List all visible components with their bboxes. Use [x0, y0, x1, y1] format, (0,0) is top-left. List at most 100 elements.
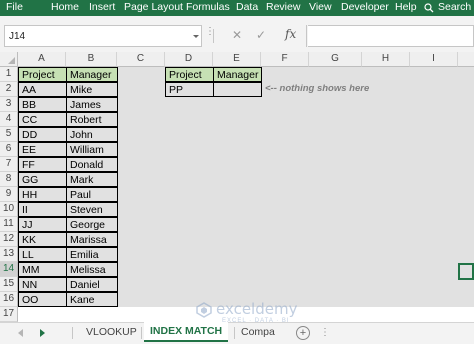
- ribbon-tab-review[interactable]: Review: [266, 1, 300, 13]
- cell-a1-project-header[interactable]: Project: [18, 67, 67, 82]
- cell-b1-manager-header[interactable]: Manager: [66, 67, 118, 82]
- manager-cell[interactable]: John: [66, 127, 118, 142]
- row-header[interactable]: 10: [0, 202, 18, 217]
- ribbon-tab-insert[interactable]: Insert: [89, 1, 115, 13]
- sheet-tab-compa[interactable]: Compa: [241, 326, 275, 338]
- project-cell[interactable]: II: [18, 202, 67, 217]
- row-header[interactable]: 4: [0, 112, 18, 127]
- ribbon-tab-page-layout[interactable]: Page Layout: [124, 1, 183, 13]
- manager-cell[interactable]: Robert: [66, 112, 118, 127]
- exceldemy-logo-icon: [196, 302, 212, 318]
- formula-bar: J14 ⋮ ✕ ✓ fx: [0, 16, 474, 56]
- name-box[interactable]: J14: [4, 25, 202, 47]
- project-cell[interactable]: BB: [18, 97, 67, 112]
- manager-cell[interactable]: Emilia: [66, 247, 118, 262]
- cell-d2-lookup-project[interactable]: PP: [165, 82, 214, 97]
- manager-cell[interactable]: William: [66, 142, 118, 157]
- insert-function-icon[interactable]: fx: [285, 27, 296, 41]
- previous-sheet-icon[interactable]: [18, 329, 23, 337]
- add-sheet-button[interactable]: +: [296, 326, 310, 340]
- search-icon: [424, 3, 434, 13]
- project-cell[interactable]: AA: [18, 82, 67, 97]
- cell-e2-lookup-result[interactable]: [213, 82, 262, 97]
- name-box-dropdown-icon[interactable]: [193, 35, 199, 38]
- project-cell[interactable]: OO: [18, 292, 67, 307]
- manager-cell[interactable]: Mark: [66, 172, 118, 187]
- row-header[interactable]: 9: [0, 187, 18, 202]
- gridline: [410, 67, 411, 307]
- tab-divider: [141, 327, 142, 339]
- ribbon-tab-help[interactable]: Help: [395, 1, 417, 13]
- ribbon-tab-developer[interactable]: Developer: [341, 1, 389, 13]
- project-cell[interactable]: KK: [18, 232, 67, 247]
- gridline: [362, 67, 363, 307]
- manager-cell[interactable]: Mike: [66, 82, 118, 97]
- formula-input[interactable]: [308, 25, 474, 47]
- cell-d1-project-header[interactable]: Project: [165, 67, 214, 82]
- row-header[interactable]: 3: [0, 97, 18, 112]
- manager-cell[interactable]: Melissa: [66, 262, 118, 277]
- search-label: Search: [438, 1, 472, 13]
- row-header[interactable]: 5: [0, 127, 18, 142]
- gridline: [309, 67, 310, 307]
- formula-input-divider: [306, 25, 307, 47]
- project-cell[interactable]: MM: [18, 262, 67, 277]
- row-header[interactable]: 13: [0, 247, 18, 262]
- column-header-a[interactable]: A: [18, 52, 66, 67]
- row-header[interactable]: 7: [0, 157, 18, 172]
- enter-icon[interactable]: ✓: [256, 28, 266, 42]
- ribbon-tab-formulas[interactable]: Formulas: [186, 1, 230, 13]
- next-sheet-icon[interactable]: [40, 329, 45, 337]
- project-cell[interactable]: FF: [18, 157, 67, 172]
- column-header-i[interactable]: I: [410, 52, 458, 67]
- row-header-selected[interactable]: 14: [0, 262, 18, 277]
- row-header[interactable]: 12: [0, 232, 18, 247]
- project-cell[interactable]: DD: [18, 127, 67, 142]
- project-cell[interactable]: NN: [18, 277, 67, 292]
- column-header-j[interactable]: [458, 52, 474, 67]
- row-header[interactable]: 2: [0, 82, 18, 97]
- row-header[interactable]: 8: [0, 172, 18, 187]
- row-header[interactable]: 16: [0, 292, 18, 307]
- manager-cell[interactable]: James: [66, 97, 118, 112]
- cancel-icon[interactable]: ✕: [232, 28, 242, 42]
- project-cell[interactable]: JJ: [18, 217, 67, 232]
- project-cell[interactable]: LL: [18, 247, 67, 262]
- column-header-d[interactable]: D: [165, 52, 213, 67]
- ribbon-tab-view[interactable]: View: [309, 1, 332, 13]
- manager-cell[interactable]: Donald: [66, 157, 118, 172]
- column-header-c[interactable]: C: [117, 52, 165, 67]
- active-cell-selection[interactable]: [458, 263, 474, 280]
- ribbon-tab-data[interactable]: Data: [236, 1, 258, 13]
- manager-cell[interactable]: Kane: [66, 292, 118, 307]
- column-header-g[interactable]: G: [309, 52, 362, 67]
- manager-cell[interactable]: Steven: [66, 202, 118, 217]
- ribbon-tab-bar: File Home Insert Page Layout Formulas Da…: [0, 0, 474, 16]
- manager-cell[interactable]: Daniel: [66, 277, 118, 292]
- column-header-f[interactable]: F: [261, 52, 309, 67]
- sheet-tab-vlookup[interactable]: VLOOKUP: [86, 326, 137, 338]
- row-header[interactable]: 1: [0, 67, 18, 82]
- column-header-h[interactable]: H: [362, 52, 410, 67]
- row-header[interactable]: 11: [0, 217, 18, 232]
- tab-divider: [72, 327, 73, 339]
- project-cell[interactable]: HH: [18, 187, 67, 202]
- column-header-e[interactable]: E: [213, 52, 261, 67]
- cell-e1-manager-header[interactable]: Manager: [213, 67, 262, 82]
- column-header-b[interactable]: B: [66, 52, 117, 67]
- project-cell[interactable]: EE: [18, 142, 67, 157]
- manager-cell[interactable]: George: [66, 217, 118, 232]
- manager-cell[interactable]: Paul: [66, 187, 118, 202]
- project-cell[interactable]: CC: [18, 112, 67, 127]
- tab-divider: [234, 327, 235, 339]
- select-all-button[interactable]: [0, 52, 18, 67]
- ribbon-tab-file[interactable]: File: [6, 1, 23, 13]
- ribbon-tab-home[interactable]: Home: [51, 1, 79, 13]
- manager-cell[interactable]: Marissa: [66, 232, 118, 247]
- sheet-tab-index-match[interactable]: INDEX MATCH: [144, 322, 229, 342]
- tab-scroll-grip-icon[interactable]: ⋮: [320, 327, 330, 338]
- row-header[interactable]: 17: [0, 307, 18, 322]
- project-cell[interactable]: GG: [18, 172, 67, 187]
- row-header[interactable]: 6: [0, 142, 18, 157]
- row-header[interactable]: 15: [0, 277, 18, 292]
